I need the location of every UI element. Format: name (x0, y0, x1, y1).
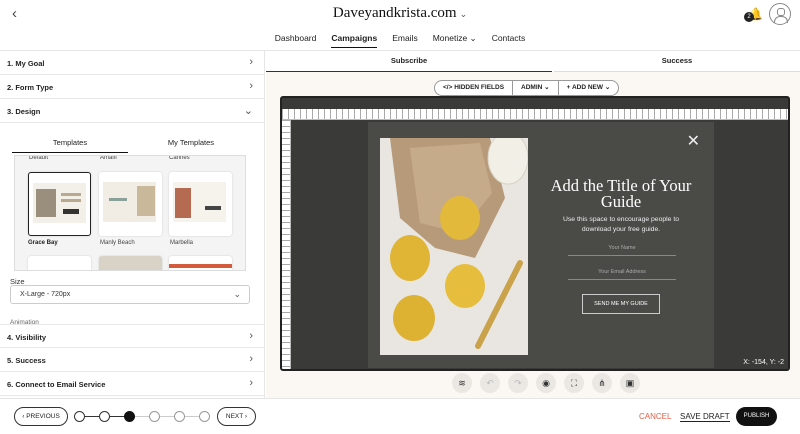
template-caption: Amalfi (100, 155, 117, 161)
tab-templates[interactable]: Templates (12, 138, 128, 153)
redo-icon[interactable]: ↷ (508, 373, 528, 393)
top-header: ‹ Daveyandkrista.com ⌄ Dashboard Campaign… (0, 0, 800, 51)
design-tabs: Templates My Templates (12, 133, 252, 153)
nav-contacts[interactable]: Contacts (492, 33, 526, 48)
nav-dashboard[interactable]: Dashboard (275, 33, 317, 48)
nav-monetize[interactable]: Monetize ⌄ (433, 33, 477, 48)
editor-toolbar: </> HIDDEN FIELDS ADMIN ⌄ + ADD NEW ⌄ (434, 80, 620, 96)
chevron-right-icon: › (249, 353, 253, 365)
layers-icon[interactable]: ≋ (452, 373, 472, 393)
section-my-goal[interactable]: 1. My Goal › (0, 51, 264, 75)
save-icon[interactable]: ▣ (620, 373, 640, 393)
site-title: Daveyandkrista.com (332, 5, 457, 21)
send-guide-button[interactable]: SEND ME MY GUIDE (582, 294, 660, 314)
add-new-dropdown[interactable]: + ADD NEW ⌄ (559, 81, 619, 95)
template-next-row[interactable] (169, 256, 232, 270)
popup-preview[interactable]: ✕ Add the Title of Your Guide Use this s… (368, 122, 714, 368)
next-button[interactable]: NEXT › (217, 407, 256, 426)
nav-campaigns[interactable]: Campaigns (331, 33, 378, 48)
section-connect-email[interactable]: 6. Connect to Email Service › (0, 372, 264, 396)
section-label: 2. Form Type (7, 83, 54, 92)
chevron-down-icon: ⌄ (243, 105, 253, 117)
chevron-down-icon: ⌄ (233, 289, 241, 299)
popup-subtitle[interactable]: Use this space to encourage people to do… (554, 215, 688, 235)
chevron-right-icon: › (249, 330, 253, 342)
lemons-image (380, 138, 528, 355)
section-success[interactable]: 5. Success › (0, 348, 264, 372)
site-selector[interactable]: Daveyandkrista.com ⌄ (0, 5, 800, 22)
step-dot[interactable] (149, 411, 160, 422)
cancel-button[interactable]: CANCEL (639, 412, 671, 421)
step-dot-current[interactable] (124, 411, 135, 422)
cursor-coordinates: X: -154, Y: -2 (743, 359, 784, 366)
previous-button[interactable]: ‹ PREVIOUS (14, 407, 68, 426)
settings-sidebar: 1. My Goal › 2. Form Type › 3. Design ⌄ … (0, 51, 265, 398)
share-icon[interactable]: ⋔ (592, 373, 612, 393)
section-visibility[interactable]: 4. Visibility › (0, 324, 264, 348)
template-gallery[interactable]: Default Amalfi Cannes Grace Bay Manly Be… (14, 155, 246, 271)
hidden-fields-button[interactable]: </> HIDDEN FIELDS (435, 81, 514, 95)
section-label: 4. Visibility (7, 333, 47, 342)
undo-icon[interactable]: ↶ (480, 373, 500, 393)
popup-tabs: Subscribe Success (266, 51, 800, 72)
size-value: X-Large - 720px (20, 291, 71, 298)
popup-title[interactable]: Add the Title of Your Guide (546, 177, 696, 210)
chevron-down-icon: ⌄ (459, 9, 468, 19)
publish-button[interactable]: PUBLISH (736, 407, 777, 426)
horizontal-ruler (282, 109, 788, 120)
eye-icon[interactable]: ◉ (536, 373, 556, 393)
footer-bar: ‹ PREVIOUS NEXT › CANCEL SAVE DRAFT PUBL… (0, 398, 800, 434)
section-design[interactable]: 3. Design ⌄ (0, 99, 264, 123)
tab-my-templates[interactable]: My Templates (130, 138, 252, 147)
chevron-right-icon: › (249, 80, 253, 92)
section-label: 6. Connect to Email Service (7, 380, 106, 389)
template-next-row[interactable] (99, 256, 162, 270)
admin-dropdown[interactable]: ADMIN ⌄ (513, 81, 559, 95)
name-field[interactable]: Your Name (568, 240, 676, 256)
progress-line-todo (130, 416, 200, 417)
section-form-type[interactable]: 2. Form Type › (0, 75, 264, 99)
section-label: 3. Design (7, 107, 41, 116)
tab-subscribe[interactable]: Subscribe (266, 51, 552, 72)
template-marbella[interactable] (169, 172, 232, 236)
close-icon[interactable]: ✕ (687, 134, 700, 150)
template-preview (103, 182, 156, 222)
step-progress (74, 411, 214, 423)
vertical-ruler (282, 120, 291, 369)
notification-badge: 2 (744, 12, 754, 22)
template-manly-beach[interactable] (99, 172, 162, 236)
chevron-right-icon: › (249, 56, 253, 68)
step-dot[interactable] (199, 411, 210, 422)
size-select[interactable]: X-Large - 720px ⌄ (10, 285, 250, 304)
step-dot[interactable] (74, 411, 85, 422)
editor-area: Subscribe Success </> HIDDEN FIELDS ADMI… (266, 51, 800, 398)
template-name: Grace Bay (28, 240, 58, 246)
section-label: 5. Success (7, 356, 46, 365)
step-dot[interactable] (174, 411, 185, 422)
step-dot[interactable] (99, 411, 110, 422)
template-name: Marbella (170, 240, 194, 246)
template-caption: Default (29, 155, 49, 161)
template-next-row[interactable] (28, 256, 91, 270)
avatar[interactable] (769, 3, 791, 25)
template-preview (173, 182, 226, 222)
tab-success[interactable]: Success (554, 51, 800, 72)
focus-icon[interactable]: ⛶ (564, 373, 584, 393)
design-canvas[interactable]: ✕ Add the Title of Your Guide Use this s… (280, 96, 790, 371)
nav-emails[interactable]: Emails (392, 33, 418, 48)
template-preview (33, 183, 86, 223)
save-draft-button[interactable]: SAVE DRAFT (680, 412, 730, 422)
template-name: Manly Beach (100, 240, 135, 246)
main-nav: Dashboard Campaigns Emails Monetize ⌄ Co… (0, 33, 800, 48)
canvas-actions: ≋ ↶ ↷ ◉ ⛶ ⋔ ▣ (452, 373, 640, 393)
chevron-right-icon: › (249, 377, 253, 389)
email-field[interactable]: Your Email Address (568, 264, 676, 280)
template-grace-bay[interactable] (28, 172, 91, 236)
section-label: 1. My Goal (7, 59, 45, 68)
template-caption: Cannes (169, 155, 190, 161)
